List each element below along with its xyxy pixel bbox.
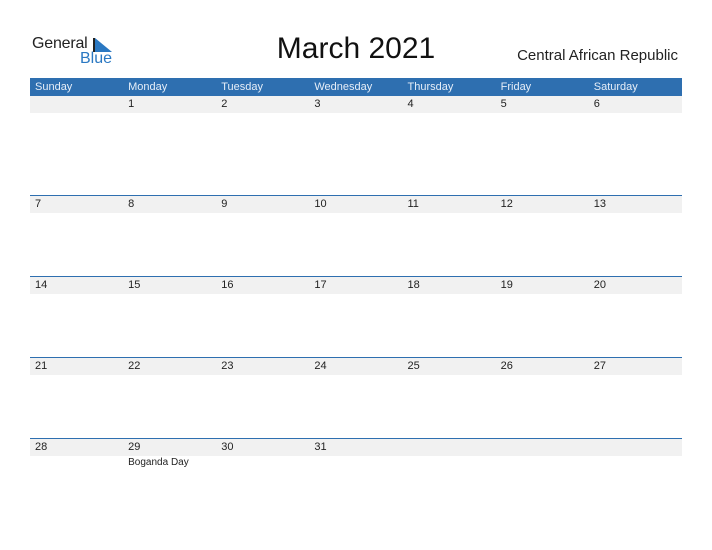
holiday-note bbox=[30, 294, 123, 295]
day-number: 18 bbox=[407, 279, 420, 291]
holiday-note bbox=[589, 375, 682, 376]
day-number bbox=[30, 96, 123, 113]
holiday-note bbox=[403, 213, 496, 214]
holiday-note bbox=[496, 375, 589, 376]
holiday-note: Boganda Day bbox=[128, 457, 189, 468]
week-row: 14 15 16 17 18 19 20 bbox=[30, 277, 682, 357]
holiday-note bbox=[496, 113, 589, 114]
day-number bbox=[589, 439, 682, 456]
notes-row bbox=[30, 294, 682, 295]
holiday-note bbox=[30, 213, 123, 214]
day-number: 12 bbox=[500, 198, 513, 210]
date-row: 21 22 23 24 25 26 27 bbox=[30, 358, 682, 375]
holiday-note bbox=[496, 294, 589, 295]
holiday-note bbox=[216, 113, 309, 114]
country-label: Central African Republic bbox=[517, 47, 678, 64]
notes-row: Boganda Day bbox=[30, 456, 682, 468]
day-number: 23 bbox=[221, 360, 234, 372]
holiday-note bbox=[309, 375, 402, 376]
day-number: 30 bbox=[221, 441, 234, 453]
date-row: 1 2 3 4 5 6 bbox=[30, 96, 682, 113]
holiday-note bbox=[309, 213, 402, 214]
day-number: 6 bbox=[593, 98, 600, 110]
holiday-note bbox=[589, 456, 682, 468]
calendar-grid: Sunday Monday Tuesday Wednesday Thursday… bbox=[30, 78, 682, 519]
day-number bbox=[496, 439, 589, 456]
holiday-note bbox=[403, 375, 496, 376]
holiday-note bbox=[30, 456, 123, 468]
day-number: 27 bbox=[593, 360, 606, 372]
holiday-note bbox=[309, 456, 402, 468]
weekday-tuesday: Tuesday bbox=[221, 81, 264, 93]
day-number: 24 bbox=[314, 360, 327, 372]
day-number: 3 bbox=[314, 98, 321, 110]
date-row: 14 15 16 17 18 19 20 bbox=[30, 277, 682, 294]
week-row: 21 22 23 24 25 26 27 bbox=[30, 358, 682, 438]
day-number: 25 bbox=[407, 360, 420, 372]
day-number: 31 bbox=[314, 441, 327, 453]
holiday-note bbox=[496, 456, 589, 468]
week-row: 1 2 3 4 5 6 bbox=[30, 96, 682, 195]
day-number: 2 bbox=[221, 98, 228, 110]
weekday-sunday: Sunday bbox=[35, 81, 73, 93]
holiday-note bbox=[403, 294, 496, 295]
holiday-note bbox=[216, 294, 309, 295]
holiday-note bbox=[30, 113, 123, 114]
holiday-note bbox=[403, 113, 496, 114]
day-number: 17 bbox=[314, 279, 327, 291]
date-row: 28 29 30 31 bbox=[30, 439, 682, 456]
date-row: 7 8 9 10 11 12 13 bbox=[30, 196, 682, 213]
day-number: 22 bbox=[128, 360, 141, 372]
holiday-note bbox=[589, 113, 682, 114]
holiday-note bbox=[216, 375, 309, 376]
holiday-note bbox=[309, 113, 402, 114]
notes-row bbox=[30, 375, 682, 376]
day-number: 21 bbox=[35, 360, 48, 372]
notes-row bbox=[30, 213, 682, 214]
day-number: 15 bbox=[128, 279, 141, 291]
day-number: 1 bbox=[128, 98, 135, 110]
day-number: 20 bbox=[593, 279, 606, 291]
weekday-saturday: Saturday bbox=[593, 81, 638, 93]
holiday-note bbox=[123, 213, 216, 214]
holiday-note bbox=[403, 456, 496, 468]
day-number: 4 bbox=[407, 98, 414, 110]
day-number: 7 bbox=[35, 198, 42, 210]
day-number: 26 bbox=[500, 360, 513, 372]
day-number: 11 bbox=[407, 198, 419, 210]
day-number: 8 bbox=[128, 198, 135, 210]
day-number bbox=[403, 439, 496, 456]
holiday-note bbox=[30, 375, 123, 376]
holiday-note bbox=[589, 213, 682, 214]
holiday-note bbox=[123, 294, 216, 295]
day-number: 14 bbox=[35, 279, 48, 291]
week-row: 7 8 9 10 11 12 13 bbox=[30, 196, 682, 276]
day-number: 28 bbox=[35, 441, 48, 453]
holiday-note bbox=[123, 113, 216, 114]
day-number: 9 bbox=[221, 198, 228, 210]
weekday-header: Sunday Monday Tuesday Wednesday Thursday… bbox=[30, 78, 682, 96]
holiday-note bbox=[216, 213, 309, 214]
day-number: 29 bbox=[128, 441, 141, 453]
weekday-thursday: Thursday bbox=[407, 81, 454, 93]
holiday-note bbox=[216, 456, 309, 468]
weekday-monday: Monday bbox=[128, 81, 168, 93]
holiday-note bbox=[589, 294, 682, 295]
day-number: 19 bbox=[500, 279, 513, 291]
week-row: 28 29 30 31 Boganda Day bbox=[30, 439, 682, 519]
weekday-friday: Friday bbox=[500, 81, 532, 93]
day-number: 13 bbox=[593, 198, 606, 210]
weekday-wednesday: Wednesday bbox=[314, 81, 373, 93]
holiday-note bbox=[123, 375, 216, 376]
day-number: 5 bbox=[500, 98, 507, 110]
holiday-note bbox=[496, 213, 589, 214]
holiday-note bbox=[309, 294, 402, 295]
day-number: 10 bbox=[314, 198, 327, 210]
notes-row bbox=[30, 113, 682, 114]
day-number: 16 bbox=[221, 279, 234, 291]
